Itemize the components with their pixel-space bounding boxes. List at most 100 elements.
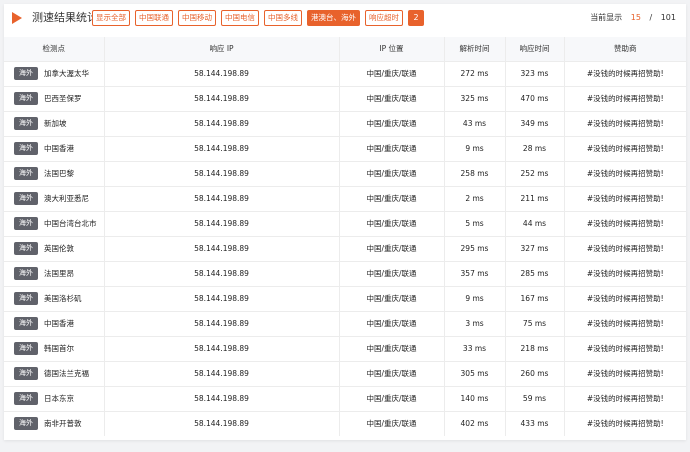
region-tag: 海外 [14,217,38,230]
node-name: 中国台湾台北市 [44,219,97,228]
filter-show-all-button[interactable]: 显示全部 [92,10,130,26]
node-cell: 海外 南非开普敦 [4,411,105,436]
sponsor-cell: #没钱的时候再招赞助! [586,319,664,328]
response-time-cell: 433 ms [505,411,565,436]
location-cell: 中国/重庆/联通 [339,136,445,161]
ip-cell: 58.144.198.89 [104,136,340,161]
ip-cell: 58.144.198.89 [104,311,340,336]
resolve-time-cell: 325 ms [444,86,506,111]
location-cell: 中国/重庆/联通 [339,111,445,136]
resolve-time-cell: 357 ms [444,261,506,286]
pager-separator: / [649,13,653,22]
node-name: 法国里昂 [44,269,74,278]
table-row: 海外 巴西圣保罗 58.144.198.89 中国/重庆/联通 325 ms 470 ms… [4,86,686,111]
region-tag: 海外 [14,267,38,280]
ip-cell: 58.144.198.89 [104,361,340,386]
node-cell: 海外 中国台湾台北市 [4,211,105,236]
play-triangle-icon [12,12,22,24]
filter-group: 显示全部 中国联通 中国移动 中国电信 中国多线 港澳台、海外 响应超时 2 [92,10,424,26]
sponsor-cell: #没钱的时候再招赞助! [586,119,664,128]
sponsor-cell: #没钱的时候再招赞助! [586,194,664,203]
node-cell: 海外 澳大利亚悉尼 [4,186,105,211]
location-cell: 中国/重庆/联通 [339,261,445,286]
resolve-time-cell: 43 ms [444,111,506,136]
response-time-cell: 349 ms [505,111,565,136]
ip-cell: 58.144.198.89 [104,386,340,411]
table-row: 海外 中国香港 58.144.198.89 中国/重庆/联通 3 ms 75 ms #没钱的… [4,311,686,336]
sponsor-cell: #没钱的时候再招赞助! [586,419,664,429]
ip-cell: 58.144.198.89 [104,411,340,436]
sponsor-cell: #没钱的时候再招赞助! [586,244,664,253]
node-name: 美国洛杉矶 [44,294,82,303]
node-cell: 海外 美国洛杉矶 [4,286,105,311]
node-cell: 海外 中国香港 [4,311,105,336]
filter-unicom-button[interactable]: 中国联通 [135,10,173,26]
resolve-time-cell: 2 ms [444,186,506,211]
response-time-cell: 260 ms [505,361,565,386]
location-cell: 中国/重庆/联通 [339,286,445,311]
region-tag: 海外 [14,92,38,105]
filter-overseas-button[interactable]: 港澳台、海外 [307,10,360,26]
header-bar: 测速结果统计 显示全部 中国联通 中国移动 中国电信 中国多线 港澳台、海外 响… [4,4,686,32]
sponsor-cell: #没钱的时候再招赞助! [586,369,664,378]
filter-multiline-button[interactable]: 中国多线 [264,10,302,26]
resolve-time-cell: 272 ms [444,61,506,86]
node-cell: 海外 法国巴黎 [4,161,105,186]
node-name: 加拿大渥太华 [44,69,89,78]
region-tag: 海外 [14,242,38,255]
node-name: 中国香港 [44,144,74,153]
node-name: 德国法兰克福 [44,369,89,378]
filter-telecom-button[interactable]: 中国电信 [221,10,259,26]
sponsor-cell: #没钱的时候再招赞助! [586,144,664,153]
region-tag: 海外 [14,292,38,305]
region-tag: 海外 [14,192,38,205]
location-cell: 中国/重庆/联通 [339,86,445,111]
filter-timeout-button[interactable]: 响应超时 [365,10,403,26]
response-time-cell: 218 ms [505,336,565,361]
results-card: 测速结果统计 显示全部 中国联通 中国移动 中国电信 中国多线 港澳台、海外 响… [4,4,686,440]
ip-cell: 58.144.198.89 [104,211,340,236]
node-cell: 海外 德国法兰克福 [4,361,105,386]
location-cell: 中国/重庆/联通 [339,361,445,386]
sponsor-cell: #没钱的时候再招赞助! [586,169,664,178]
ip-cell: 58.144.198.89 [104,111,340,136]
location-cell: 中国/重庆/联通 [339,411,445,436]
ip-cell: 58.144.198.89 [104,61,340,86]
filter-mobile-button[interactable]: 中国移动 [178,10,216,26]
table-row: 海外 美国洛杉矶 58.144.198.89 中国/重庆/联通 9 ms 167 ms #没… [4,286,686,311]
table-row: 海外 中国台湾台北市 58.144.198.89 中国/重庆/联通 5 ms 44 ms #… [4,211,686,236]
table-row: 海外 加拿大渥太华 58.144.198.89 中国/重庆/联通 272 ms 323 m… [4,61,686,86]
location-cell: 中国/重庆/联通 [339,186,445,211]
column-header: IP 位置 [339,37,445,61]
region-tag: 海外 [14,342,38,355]
node-name: 澳大利亚悉尼 [44,194,89,203]
node-name: 日本东京 [44,394,74,403]
pager-status: 当前显示 15 / 101 [590,12,676,23]
response-time-cell: 211 ms [505,186,565,211]
column-header: 响应时间 [505,37,565,61]
table-body: 海外 加拿大渥太华 58.144.198.89 中国/重庆/联通 272 ms 323 m… [4,61,686,436]
resolve-time-cell: 5 ms [444,211,506,236]
response-time-cell: 59 ms [505,386,565,411]
node-cell: 海外 加拿大渥太华 [4,61,105,86]
resolve-time-cell: 258 ms [444,161,506,186]
node-name: 英国伦敦 [44,244,74,253]
node-name: 法国巴黎 [44,169,74,178]
table-row: 海外 新加坡 58.144.198.89 中国/重庆/联通 43 ms 349 ms #没钱… [4,111,686,136]
column-header: 响应 IP [104,37,340,61]
location-cell: 中国/重庆/联通 [339,211,445,236]
table-row: 海外 法国里昂 58.144.198.89 中国/重庆/联通 357 ms 285 ms #… [4,261,686,286]
node-name: 南非开普敦 [44,419,82,429]
sponsor-cell: #没钱的时候再招赞助! [586,344,664,353]
resolve-time-cell: 295 ms [444,236,506,261]
table-row: 海外 法国巴黎 58.144.198.89 中国/重庆/联通 258 ms 252 ms #… [4,161,686,186]
location-cell: 中国/重庆/联通 [339,311,445,336]
node-cell: 海外 新加坡 [4,111,105,136]
resolve-time-cell: 9 ms [444,286,506,311]
node-cell: 海外 巴西圣保罗 [4,86,105,111]
response-time-cell: 252 ms [505,161,565,186]
region-tag: 海外 [14,142,38,155]
table-row: 海外 韩国首尔 58.144.198.89 中国/重庆/联通 33 ms 218 ms #没… [4,336,686,361]
region-tag: 海外 [14,117,38,130]
ip-cell: 58.144.198.89 [104,286,340,311]
